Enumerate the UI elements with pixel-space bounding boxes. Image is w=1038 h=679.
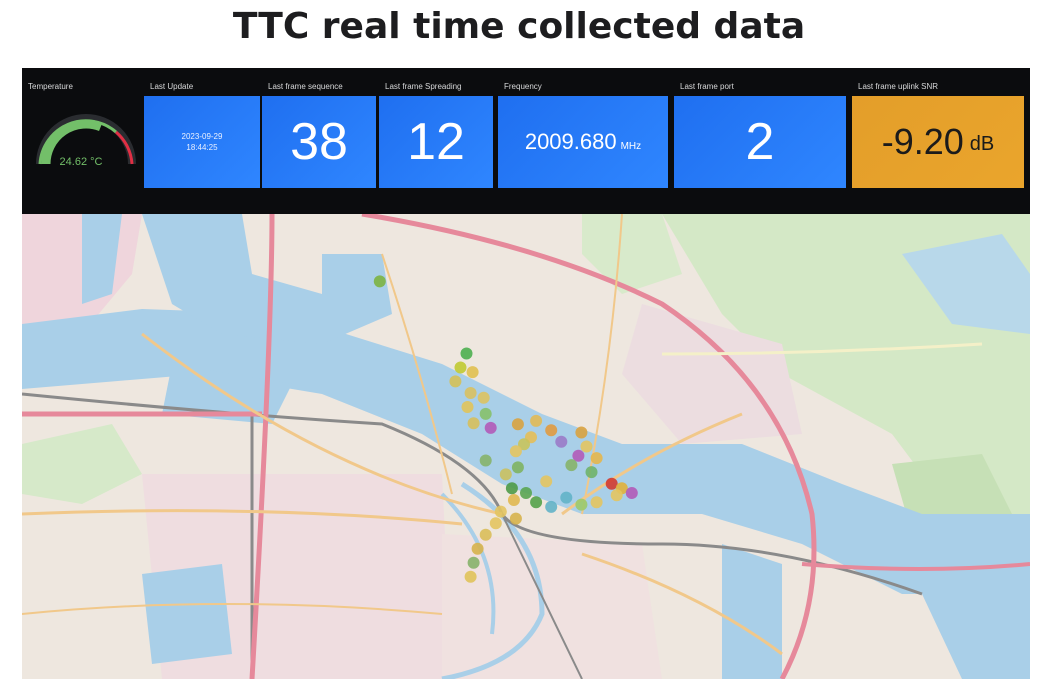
last-update-title: Last Update: [150, 82, 194, 91]
map-data-point[interactable]: [545, 500, 558, 513]
map-data-point[interactable]: [625, 487, 638, 499]
frame-sequence-stat: 38: [262, 96, 376, 188]
uplink-snr-title: Last frame uplink SNR: [858, 82, 939, 91]
map-data-point[interactable]: [454, 361, 467, 374]
map-panel[interactable]: [22, 214, 1030, 679]
frame-spreading-value: 12: [407, 113, 465, 171]
uplink-snr-panel[interactable]: Last frame uplink SNR -9.20 dB: [852, 68, 1024, 214]
frame-sequence-panel[interactable]: Last frame sequence 38: [262, 68, 376, 214]
map-data-point[interactable]: [555, 435, 568, 448]
frame-port-title: Last frame port: [680, 82, 734, 91]
map-data-point[interactable]: [511, 418, 524, 431]
frame-spreading-title: Last frame Spreading: [385, 82, 462, 91]
frequency-panel[interactable]: Frequency 2009.680 MHz: [498, 68, 668, 214]
frequency-title: Frequency: [504, 82, 542, 91]
map-data-point[interactable]: [590, 496, 603, 509]
frequency-stat: 2009.680 MHz: [498, 96, 668, 188]
map-data-point[interactable]: [460, 347, 473, 360]
map-data-point[interactable]: [540, 475, 553, 488]
map-data-point[interactable]: [467, 556, 480, 569]
last-update-time: 18:44:25: [186, 143, 218, 152]
map-data-point[interactable]: [479, 454, 492, 467]
frame-port-stat: 2: [674, 96, 846, 188]
water-body: [142, 564, 232, 664]
map-canvas[interactable]: [22, 214, 1030, 679]
last-update-stat: 2023-09-29 18:44:25: [144, 96, 260, 188]
water-body: [722, 544, 782, 679]
map-data-point[interactable]: [494, 505, 507, 518]
map-data-point[interactable]: [464, 570, 477, 583]
map-data-point[interactable]: [509, 445, 522, 458]
map-data-point[interactable]: [499, 468, 512, 481]
map-data-point[interactable]: [467, 417, 480, 430]
page-title: TTC real time collected data: [232, 6, 806, 47]
frame-spreading-panel[interactable]: Last frame Spreading 12: [379, 68, 493, 214]
last-update-panel[interactable]: Last Update 2023-09-29 18:44:25: [144, 68, 260, 214]
uplink-snr-unit: dB: [969, 132, 995, 155]
temperature-gauge: 24.62 °C: [32, 102, 140, 172]
map-data-point[interactable]: [471, 542, 484, 555]
map-data-point[interactable]: [505, 482, 518, 495]
map-data-point[interactable]: [373, 275, 386, 288]
frequency-unit: MHz: [620, 140, 642, 152]
map-data-point[interactable]: [479, 407, 492, 420]
map-data-point[interactable]: [484, 421, 497, 434]
map-data-point[interactable]: [449, 375, 462, 388]
map-data-point[interactable]: [580, 440, 593, 453]
uplink-snr-stat: -9.20 dB: [852, 96, 1024, 188]
map-data-point[interactable]: [489, 517, 502, 530]
temperature-title: Temperature: [28, 82, 73, 91]
map-data-point[interactable]: [585, 466, 598, 479]
temperature-panel[interactable]: Temperature 24.62 °C: [22, 68, 142, 214]
frame-port-panel[interactable]: Last frame port 2: [674, 68, 846, 214]
temperature-value: 24.62 °C: [59, 156, 103, 168]
map-data-point[interactable]: [507, 494, 520, 506]
last-update-date: 2023-09-29: [181, 132, 223, 141]
dashboard: Temperature 24.62 °C Last Update 2023-09…: [22, 68, 1030, 679]
map-data-point[interactable]: [530, 414, 543, 427]
map-data-point[interactable]: [466, 366, 479, 379]
residential-area: [442, 534, 662, 679]
map-data-point[interactable]: [479, 528, 492, 541]
uplink-snr-value: -9.20: [881, 121, 964, 162]
frame-port-value: 2: [745, 113, 775, 171]
map-data-point[interactable]: [545, 424, 558, 437]
map-data-point[interactable]: [464, 387, 477, 399]
map-data-point[interactable]: [520, 487, 532, 499]
map-data-point[interactable]: [560, 491, 573, 504]
map-data-point[interactable]: [530, 496, 543, 509]
frequency-value: 2009.680: [524, 129, 617, 154]
map-data-point[interactable]: [575, 498, 588, 511]
map-data-point[interactable]: [610, 489, 623, 502]
frame-sequence-title: Last frame sequence: [268, 82, 343, 91]
frame-spreading-stat: 12: [379, 96, 493, 188]
map-data-point[interactable]: [477, 391, 490, 404]
map-data-point[interactable]: [590, 452, 603, 465]
map-data-point[interactable]: [575, 426, 588, 439]
map-data-point[interactable]: [509, 512, 522, 525]
map-data-point[interactable]: [511, 461, 524, 474]
map-data-point[interactable]: [565, 459, 578, 472]
frame-sequence-value: 38: [290, 113, 348, 171]
map-data-point[interactable]: [461, 401, 474, 413]
